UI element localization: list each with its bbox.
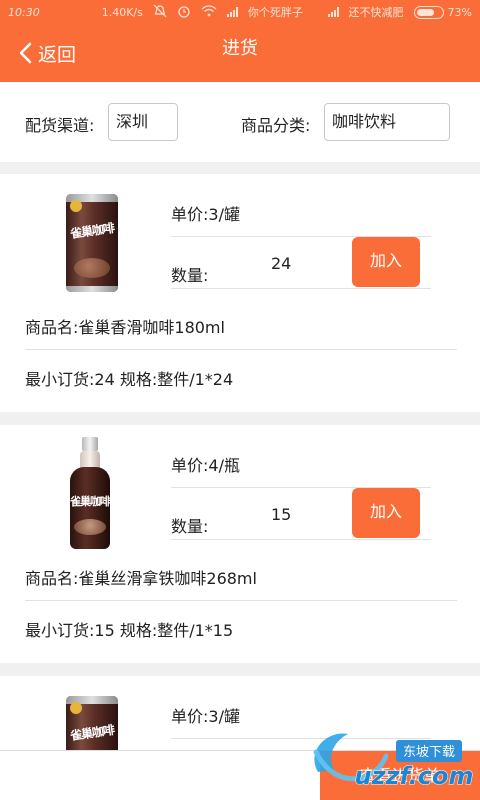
battery-percent: 73%	[447, 5, 472, 19]
coffee-splash-icon	[74, 519, 106, 535]
channel-label: 配货渠道:	[25, 116, 95, 135]
battery-icon	[413, 5, 444, 19]
product-price: 单价:3/罐	[171, 707, 240, 726]
coffee-beans-icon	[74, 258, 110, 278]
product-image-brand: 雀巢咖啡	[69, 723, 115, 743]
title-bar: 返回 进货	[0, 24, 480, 82]
product-name: 商品名:雀巢丝滑拿铁咖啡268ml	[25, 569, 257, 588]
channel-select[interactable]: 深圳	[108, 103, 178, 141]
product-card: 雀巢咖啡 单价:3/罐 数量: 24 加入 商品名:雀巢香滑咖啡180ml 最小…	[0, 174, 480, 412]
category-select[interactable]: 咖啡饮料	[324, 103, 450, 141]
category-label: 商品分类:	[241, 116, 311, 135]
status-bar: 10:30 1.40K/s 你个死胖子 还不快减肥 73%	[0, 0, 480, 24]
back-button[interactable]: 返回	[18, 24, 76, 82]
quantity-input[interactable]: 15	[271, 505, 291, 524]
divider	[25, 600, 457, 601]
add-button[interactable]: 加入	[352, 488, 420, 538]
add-button[interactable]: 加入	[352, 237, 420, 287]
product-image: 雀巢咖啡	[66, 696, 118, 750]
carrier-2: 还不快减肥	[348, 6, 404, 19]
status-time: 10:30	[8, 5, 40, 19]
product-image: 雀巢咖啡	[66, 194, 118, 292]
carrier-1: 你个死胖子	[247, 6, 303, 19]
chevron-left-icon	[19, 42, 32, 64]
product-meta: 最小订货:24 规格:整件/1*24	[25, 370, 234, 389]
product-image-brand: 雀巢咖啡	[70, 495, 110, 508]
back-label: 返回	[38, 43, 77, 66]
quantity-label: 数量:	[171, 266, 209, 285]
brand-logo-icon	[70, 702, 82, 714]
quantity-input[interactable]: 24	[271, 254, 291, 273]
filter-bar: 配货渠道: 深圳 商品分类: 咖啡饮料	[0, 82, 480, 162]
mute-icon	[153, 4, 167, 21]
product-name: 商品名:雀巢香滑咖啡180ml	[25, 318, 225, 337]
product-price: 单价:3/罐	[171, 205, 240, 224]
product-card: 雀巢咖啡 单价:4/瓶 数量: 15 加入 商品名:雀巢丝滑拿铁咖啡268ml …	[0, 425, 480, 663]
watermark-top-text: 东坡下载	[403, 745, 455, 760]
signal-icon-2	[327, 7, 339, 17]
divider	[171, 288, 431, 289]
divider	[25, 349, 457, 350]
alarm-icon	[177, 4, 191, 21]
watermark-logo: 东坡下载 uzzf.com	[296, 712, 480, 800]
product-image: 雀巢咖啡	[70, 437, 110, 549]
wifi-icon	[201, 4, 217, 20]
divider	[171, 539, 431, 540]
signal-icon	[226, 7, 238, 17]
quantity-label: 数量:	[171, 517, 209, 536]
watermark-domain: uzzf.com	[355, 762, 474, 790]
brand-logo-icon	[70, 200, 82, 212]
product-meta: 最小订货:15 规格:整件/1*15	[25, 621, 234, 640]
product-image-brand: 雀巢咖啡	[69, 221, 115, 241]
product-price: 单价:4/瓶	[171, 456, 240, 475]
network-speed: 1.40K/s	[101, 5, 143, 19]
